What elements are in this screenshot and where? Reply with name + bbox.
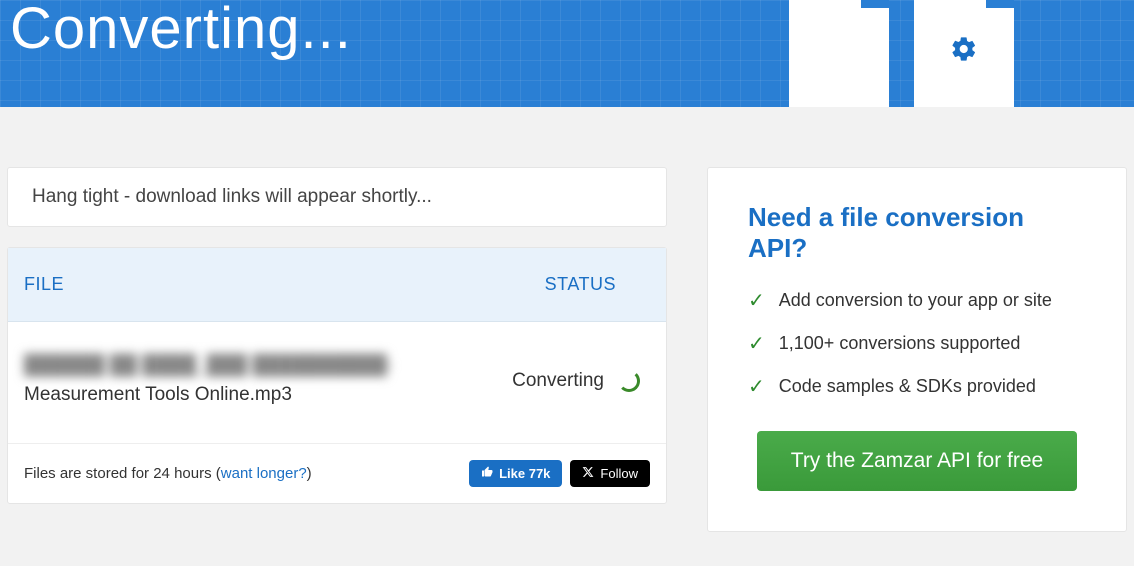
like-label: Like 77k [499, 466, 550, 481]
want-longer-link[interactable]: want longer? [221, 465, 307, 482]
api-promo-card: Need a file conversion API? ✓ Add conver… [707, 167, 1127, 532]
file-name-redacted: ██████ ██ ████_███ ██████████- [24, 352, 444, 381]
feature-text: Code samples & SDKs provided [779, 376, 1036, 397]
try-api-button[interactable]: Try the Zamzar API for free [757, 431, 1077, 491]
list-item: ✓ Code samples & SDKs provided [748, 374, 1086, 399]
file-name-cell: ██████ ██ ████_███ ██████████- Measureme… [24, 352, 444, 409]
spinner-icon [618, 370, 640, 392]
column-header-file: FILE [24, 274, 64, 295]
table-row: ██████ ██ ████_███ ██████████- Measureme… [8, 322, 666, 444]
page-title: Converting... [10, 0, 352, 58]
hero-banner: Converting... [0, 0, 1134, 107]
check-icon: ✓ [748, 288, 765, 313]
table-header: FILE STATUS [8, 248, 666, 322]
follow-label: Follow [600, 466, 638, 481]
status-cell: Converting [512, 370, 650, 392]
column-header-status: STATUS [545, 274, 616, 295]
status-notice: Hang tight - download links will appear … [7, 167, 667, 227]
api-feature-list: ✓ Add conversion to your app or site ✓ 1… [748, 288, 1086, 399]
api-title: Need a file conversion API? [748, 202, 1086, 264]
storage-suffix: ) [307, 465, 312, 482]
document-icon [914, 0, 1014, 107]
list-item: ✓ Add conversion to your app or site [748, 288, 1086, 313]
x-icon [582, 466, 594, 481]
hero-illustration [789, 0, 1014, 107]
x-follow-button[interactable]: Follow [570, 460, 650, 487]
status-text: Converting [512, 370, 604, 392]
facebook-like-button[interactable]: Like 77k [469, 460, 562, 487]
storage-prefix: Files are stored for 24 hours ( [24, 465, 221, 482]
list-item: ✓ 1,100+ conversions supported [748, 331, 1086, 356]
conversion-table: FILE STATUS ██████ ██ ████_███ █████████… [7, 247, 667, 504]
check-icon: ✓ [748, 374, 765, 399]
storage-info: Files are stored for 24 hours (want long… [24, 465, 312, 482]
thumbs-up-icon [481, 466, 493, 481]
social-buttons: Like 77k Follow [469, 460, 650, 487]
feature-text: 1,100+ conversions supported [779, 333, 1021, 354]
table-footer: Files are stored for 24 hours (want long… [8, 444, 666, 503]
gear-icon [950, 35, 978, 68]
file-name-visible: Measurement Tools Online.mp3 [24, 381, 444, 410]
document-icon [789, 0, 889, 107]
feature-text: Add conversion to your app or site [779, 290, 1052, 311]
check-icon: ✓ [748, 331, 765, 356]
